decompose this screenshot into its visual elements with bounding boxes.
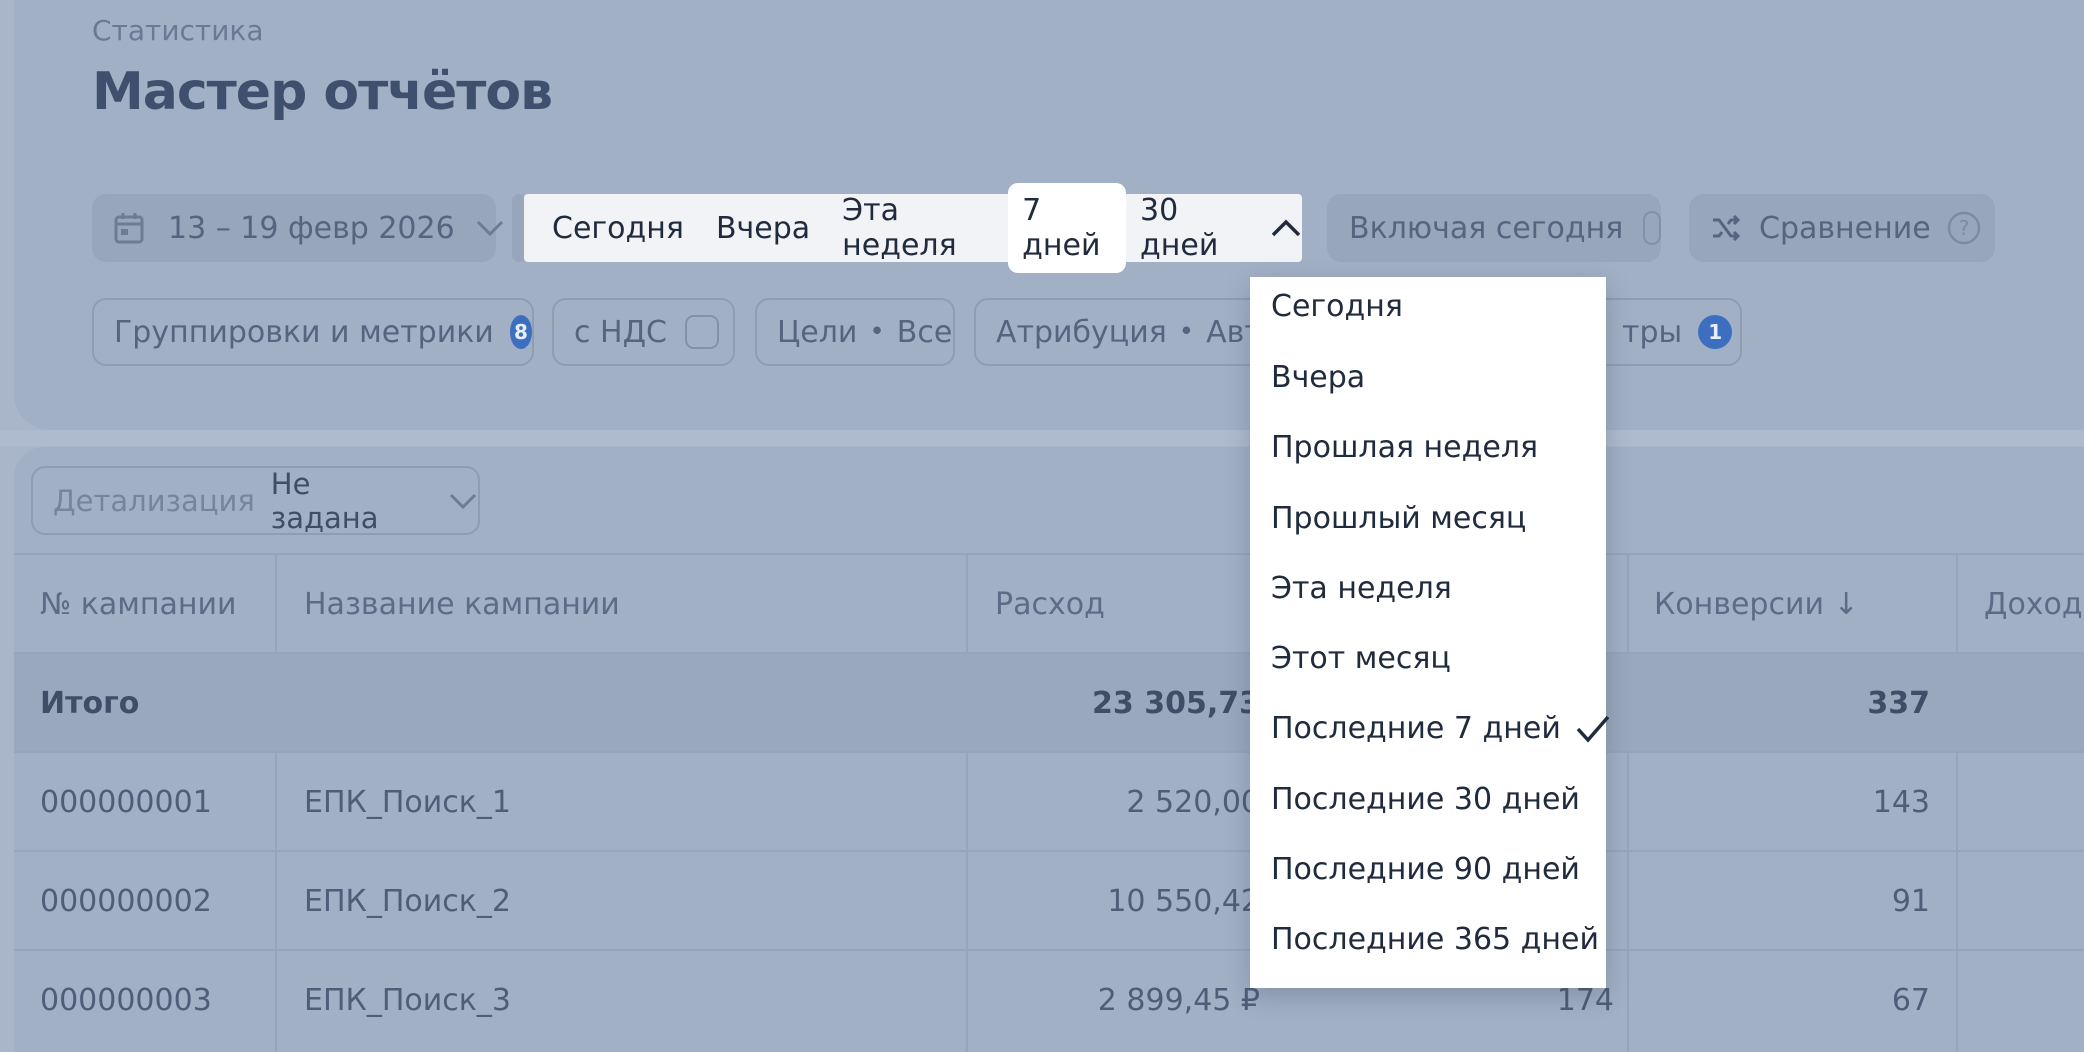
quick-period-today[interactable]: Сегодня	[538, 201, 698, 256]
separator-dot: •	[1178, 317, 1195, 347]
groupings-label: Группировки и метрики	[114, 314, 494, 350]
vat-checkbox[interactable]	[684, 315, 719, 349]
help-icon[interactable]: ?	[1947, 211, 1981, 245]
include-today-toggle[interactable]: Включая сегодня	[1327, 194, 1661, 262]
column-header-revenue[interactable]: Доход	[1984, 555, 2083, 654]
period-option-this-week[interactable]: Эта неделя	[1271, 571, 1452, 606]
quick-period-this-week[interactable]: Эта неделя	[828, 183, 1008, 273]
goals-value: Все	[896, 314, 953, 350]
table-total-row: Итого 23 305,73 337	[14, 652, 2084, 751]
campaign-conversions: 143	[1872, 785, 1930, 820]
report-table: № кампании Название кампании Расход Конв…	[14, 553, 2084, 1052]
table-header: № кампании Название кампании Расход Конв…	[14, 553, 2084, 652]
period-option-last-month[interactable]: Прошлый месяц	[1271, 501, 1526, 536]
campaign-id: 000000002	[40, 884, 212, 919]
total-conversions: 337	[1867, 686, 1930, 721]
campaign-id: 000000003	[40, 983, 212, 1018]
table-row[interactable]: 000000001 ЕПК_Поиск_1 2 520,00 143	[14, 751, 2084, 850]
period-option-yesterday[interactable]: Вчера	[1271, 360, 1365, 395]
detail-value: Не задана	[270, 466, 379, 535]
period-option-last-7-days[interactable]: Последние 7 дней	[1271, 711, 1611, 746]
campaign-spend: 2 899,45 ₽	[1097, 983, 1260, 1018]
campaign-spend: 10 550,42	[1107, 884, 1260, 919]
attribution-select[interactable]: Атрибуция • Авто	[974, 298, 1274, 366]
svg-text:?: ?	[1958, 216, 1969, 240]
vat-toggle[interactable]: с НДС	[552, 298, 735, 366]
table-row[interactable]: 000000003 ЕПК_Поиск_3 2 899,45 ₽ 174 67	[14, 949, 2084, 1048]
filters-label: тры	[1622, 314, 1683, 350]
quick-period-30-days[interactable]: 30 дней	[1126, 183, 1260, 273]
campaign-name[interactable]: ЕПК_Поиск_1	[304, 753, 511, 852]
period-dropdown-menu: Сегодня Вчера Прошлая неделя Прошлый мес…	[1250, 277, 1610, 988]
total-label: Итого	[40, 686, 140, 721]
attribution-label: Атрибуция	[996, 314, 1167, 350]
detail-label: Детализация	[53, 483, 255, 518]
filters-count-badge: 1	[1698, 315, 1733, 349]
column-header-campaign-id[interactable]: № кампании	[40, 555, 236, 654]
breadcrumb[interactable]: Статистика	[92, 14, 264, 47]
campaign-id: 000000001	[40, 785, 212, 820]
panel-separator	[0, 430, 2084, 446]
chevron-down-icon	[448, 492, 478, 510]
vat-label: с НДС	[574, 314, 667, 350]
campaign-name[interactable]: ЕПК_Поиск_2	[304, 852, 511, 951]
period-option-today[interactable]: Сегодня	[1271, 289, 1403, 324]
column-header-campaign-name[interactable]: Название кампании	[304, 555, 620, 654]
period-option-last-365-days[interactable]: Последние 365 дней	[1271, 922, 1599, 957]
table-row[interactable]: 000000002 ЕПК_Поиск_2 10 550,42 91	[14, 850, 2084, 949]
period-option-last-30-days[interactable]: Последние 30 дней	[1271, 782, 1580, 817]
page-title: Мастер отчётов	[92, 62, 553, 122]
column-header-spend[interactable]: Расход	[995, 555, 1105, 654]
include-today-label: Включая сегодня	[1349, 210, 1624, 246]
campaign-conversions: 67	[1891, 983, 1930, 1018]
campaign-name[interactable]: ЕПК_Поиск_3	[304, 951, 511, 1050]
chevron-down-icon	[475, 219, 505, 237]
date-range-picker[interactable]: 13 – 19 февр 2026	[92, 194, 503, 262]
campaign-conversions: 91	[1891, 884, 1930, 919]
period-option-last-week[interactable]: Прошлая неделя	[1271, 430, 1538, 465]
groupings-count-badge: 8	[509, 315, 532, 349]
date-range-value: 13 – 19 февр 2026	[168, 210, 455, 246]
comparison-button[interactable]: Сравнение ?	[1689, 194, 1995, 262]
detail-select[interactable]: Детализация Не задана	[31, 466, 480, 535]
shuffle-icon	[1711, 214, 1741, 242]
campaign-spend: 2 520,00	[1126, 785, 1260, 820]
groupings-metrics-button[interactable]: Группировки и метрики 8	[92, 298, 534, 366]
quick-period-7-days[interactable]: 7 дней	[1008, 183, 1127, 273]
goals-label: Цели	[777, 314, 858, 350]
total-spend: 23 305,73	[1092, 686, 1260, 721]
column-header-conversions[interactable]: Конверсии ↓	[1654, 555, 1859, 654]
goals-select[interactable]: Цели • Все	[755, 298, 955, 366]
period-option-this-month[interactable]: Этот месяц	[1271, 641, 1451, 676]
separator-dot: •	[869, 317, 885, 347]
checkmark-icon	[1575, 714, 1611, 744]
quick-period-bar: Сегодня Вчера Эта неделя 7 дней 30 дней	[524, 183, 1302, 273]
chevron-up-icon[interactable]	[1270, 218, 1302, 238]
include-today-checkbox[interactable]	[1643, 211, 1661, 245]
comparison-label: Сравнение	[1759, 210, 1931, 246]
period-option-label: Последние 7 дней	[1271, 711, 1561, 746]
period-option-last-90-days[interactable]: Последние 90 дней	[1271, 852, 1580, 887]
calendar-icon	[114, 212, 144, 244]
quick-period-yesterday[interactable]: Вчера	[702, 201, 824, 256]
